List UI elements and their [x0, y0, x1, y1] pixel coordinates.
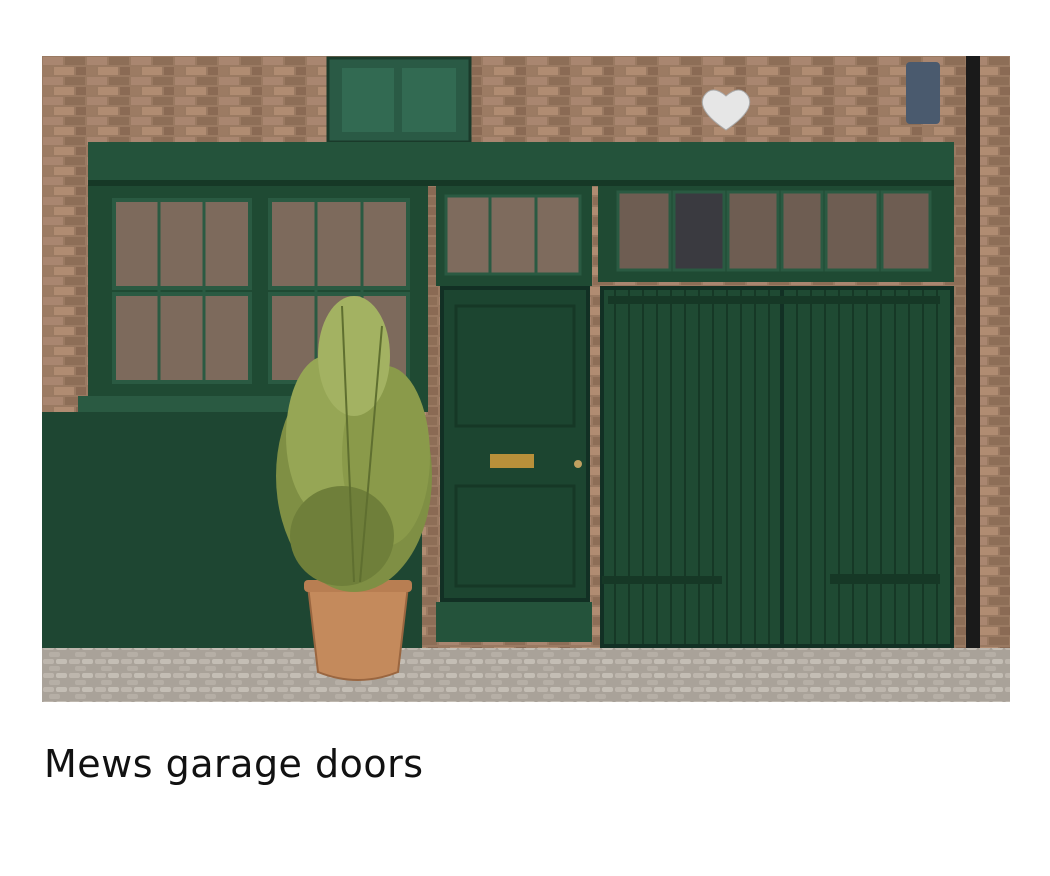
door-step — [436, 602, 592, 642]
front-door — [440, 286, 590, 602]
door-knob — [574, 460, 582, 468]
garage-door-left — [600, 286, 784, 648]
wall-box — [906, 62, 940, 124]
drainpipe — [966, 56, 980, 652]
door-rail — [830, 574, 940, 584]
garage-door-right — [780, 286, 954, 648]
garage-photo — [42, 56, 1010, 702]
garage-transom-panes — [616, 190, 932, 272]
planter-pot — [306, 585, 410, 681]
caption-title: Mews garage doors — [44, 742, 424, 786]
fascia — [88, 142, 954, 186]
letterbox — [490, 454, 534, 468]
cobbled-street — [42, 648, 1010, 702]
